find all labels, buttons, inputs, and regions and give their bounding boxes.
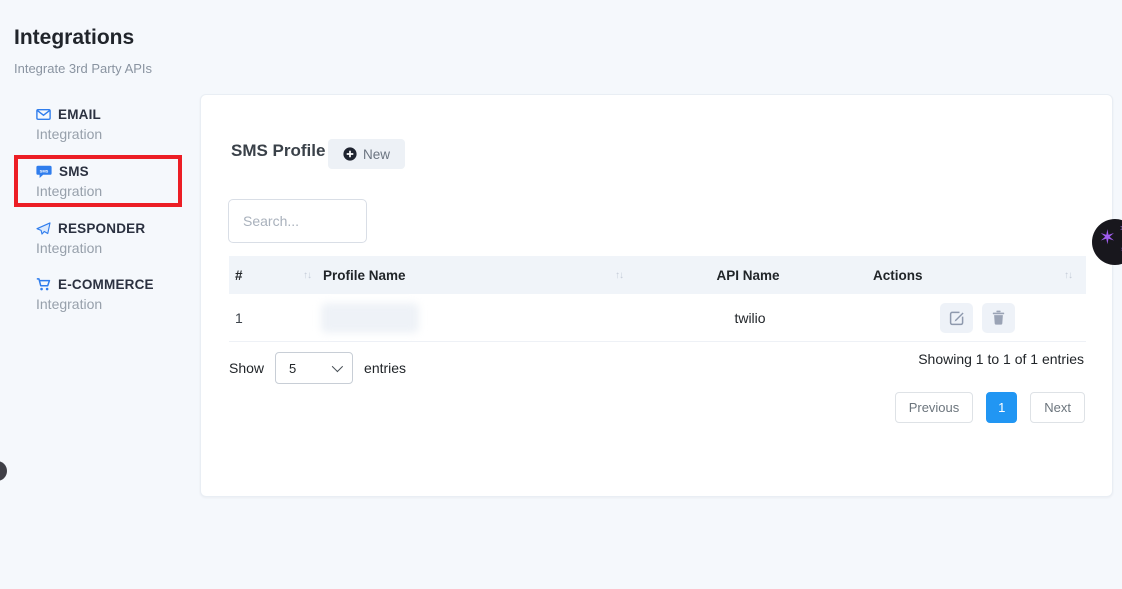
- page-title: Integrations: [14, 26, 134, 50]
- sidebar-item-sublabel: Integration: [36, 240, 196, 256]
- paper-plane-icon: [36, 222, 51, 235]
- sidebar-item-sublabel: Integration: [36, 126, 196, 142]
- delete-button[interactable]: [982, 303, 1015, 333]
- sidebar-item-responder[interactable]: RESPONDER Integration: [36, 220, 196, 256]
- column-header-actions[interactable]: Actions: [869, 256, 1086, 294]
- row-api-name: twilio: [631, 310, 869, 326]
- sort-icon: [1064, 270, 1072, 281]
- svg-text:SMS: SMS: [40, 168, 49, 173]
- panel-heading: SMS Profile: [231, 141, 325, 161]
- entries-label: entries: [364, 360, 406, 376]
- column-header-index[interactable]: #: [229, 256, 319, 294]
- sidebar-item-label: RESPONDER: [58, 221, 145, 236]
- sms-profiles-table: # Profile Name API Name Actions 1: [229, 256, 1086, 342]
- edge-notch: [0, 461, 7, 481]
- table-summary: Showing 1 to 1 of 1 entries: [918, 351, 1084, 367]
- table-row: 1 twilio: [229, 294, 1086, 342]
- row-profile-name: [319, 303, 631, 333]
- sidebar-item-label: EMAIL: [58, 107, 101, 122]
- show-label: Show: [229, 360, 264, 376]
- sms-profile-panel: SMS Profile New # Profile Name API Name: [200, 94, 1113, 497]
- sms-chat-icon: SMS: [36, 165, 52, 179]
- trash-icon: [992, 310, 1005, 325]
- row-actions: [869, 303, 1086, 333]
- shopping-cart-icon: [36, 278, 51, 291]
- edit-button[interactable]: [940, 303, 973, 333]
- column-header-api-name[interactable]: API Name: [631, 256, 869, 294]
- page-1-button[interactable]: 1: [986, 392, 1017, 423]
- chevron-down-icon: [332, 361, 343, 372]
- search-input[interactable]: [228, 199, 367, 243]
- integrations-page: Integrations Integrate 3rd Party APIs EM…: [0, 0, 1122, 589]
- entries-per-page-select[interactable]: 5: [275, 352, 353, 384]
- next-page-button[interactable]: Next: [1030, 392, 1085, 423]
- entries-per-page-control: Show 5 entries: [229, 352, 406, 384]
- selected-entries-value: 5: [289, 361, 296, 376]
- new-profile-button[interactable]: New: [328, 139, 405, 169]
- new-button-label: New: [363, 147, 390, 162]
- row-index: 1: [229, 310, 319, 326]
- sparkle-icon: ✶: [1099, 228, 1116, 248]
- sidebar-item-sms[interactable]: SMS SMS Integration: [36, 163, 196, 199]
- table-header-row: # Profile Name API Name Actions: [229, 256, 1086, 294]
- sidebar-item-label: SMS: [59, 164, 89, 179]
- redacted-profile-name: [321, 303, 419, 333]
- plus-circle-icon: [343, 147, 357, 161]
- pagination: Previous 1 Next: [895, 392, 1085, 423]
- sidebar-item-label: E-COMMERCE: [58, 277, 154, 292]
- sort-icon: [303, 270, 311, 281]
- sidebar-item-ecommerce[interactable]: E-COMMERCE Integration: [36, 276, 196, 312]
- edit-pencil-icon: [949, 310, 965, 326]
- sidebar-item-email[interactable]: EMAIL Integration: [36, 106, 196, 142]
- email-icon: [36, 109, 51, 120]
- page-subtitle: Integrate 3rd Party APIs: [14, 61, 152, 76]
- previous-page-button[interactable]: Previous: [895, 392, 974, 423]
- column-header-profile-name[interactable]: Profile Name: [319, 256, 631, 294]
- sidebar-item-sublabel: Integration: [36, 296, 196, 312]
- sidebar-item-sublabel: Integration: [36, 183, 196, 199]
- sort-icon: [615, 270, 623, 281]
